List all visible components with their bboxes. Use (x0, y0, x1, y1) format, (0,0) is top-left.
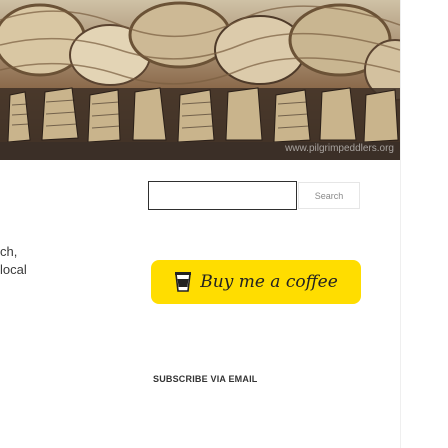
hat-collage-illustration (0, 0, 400, 160)
banner-watermark: www.pilgrimpeddlers.org (285, 143, 394, 154)
search-button[interactable]: Search (298, 182, 360, 209)
header-banner-image: www.pilgrimpeddlers.org (0, 0, 400, 160)
buy-me-a-coffee-label: Buy me a coffee (200, 272, 338, 292)
search-input[interactable] (148, 181, 297, 210)
subscribe-heading: SUBSCRIBE VIA EMAIL (153, 374, 258, 384)
sidebar-text-fragment: ch, (0, 244, 18, 259)
sidebar-text-fragment: local (0, 262, 27, 277)
page-right-margin (400, 0, 448, 448)
coffee-cup-icon (174, 271, 192, 293)
buy-me-a-coffee-button[interactable]: Buy me a coffee (151, 260, 361, 304)
